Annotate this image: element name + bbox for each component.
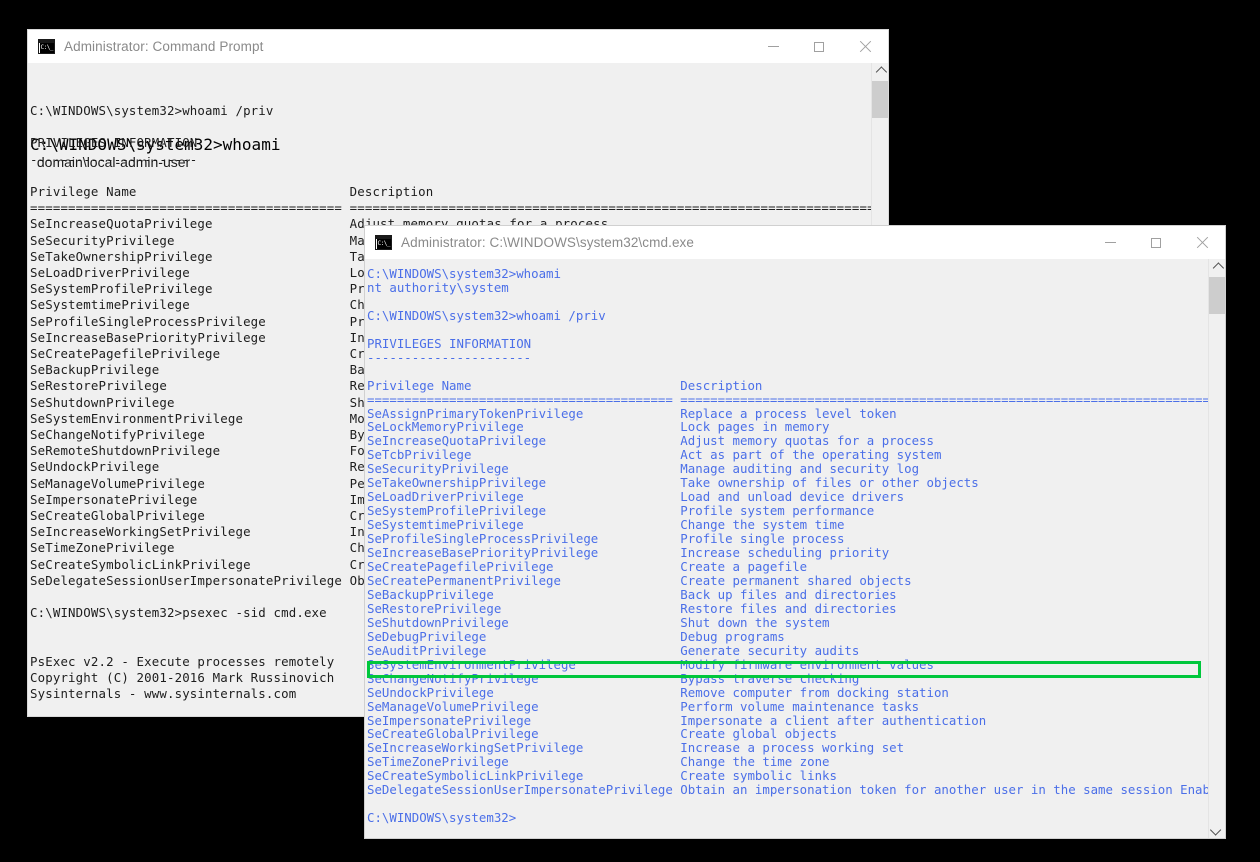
scrollbar-thumb-back[interactable] — [872, 81, 888, 118]
scrollbar-thumb-front[interactable] — [1209, 277, 1225, 314]
window-title-back: Administrator: Command Prompt — [64, 39, 264, 54]
close-icon — [1196, 237, 1208, 249]
close-button-back[interactable] — [842, 30, 888, 63]
chevron-up-icon — [875, 65, 888, 78]
scroll-up-button-front[interactable] — [1209, 259, 1225, 276]
title-bar-front[interactable]: Administrator: C:\WINDOWS\system32\cmd.e… — [365, 226, 1225, 259]
maximize-icon — [1151, 237, 1161, 248]
console-text-front: C:\WINDOWS\system32>whoami nt authority\… — [367, 266, 1225, 826]
console-output-front[interactable]: C:\WINDOWS\system32>whoami nt authority\… — [365, 259, 1225, 838]
scroll-up-button-back[interactable] — [872, 63, 888, 80]
minimize-button-back[interactable] — [750, 30, 796, 63]
window-controls-front — [1087, 226, 1225, 259]
maximize-button-front[interactable] — [1133, 226, 1179, 259]
cmd-console-icon — [38, 39, 55, 54]
minimize-button-front[interactable] — [1087, 226, 1133, 259]
cmd-console-icon — [375, 235, 392, 250]
window-controls-back — [750, 30, 888, 63]
window-title-front: Administrator: C:\WINDOWS\system32\cmd.e… — [401, 235, 695, 250]
close-button-front[interactable] — [1179, 226, 1225, 259]
close-icon — [859, 41, 871, 53]
title-bar-back[interactable]: Administrator: Command Prompt — [28, 30, 888, 63]
chevron-up-icon — [1212, 261, 1225, 274]
scrollbar-front[interactable] — [1208, 259, 1225, 838]
command-prompt-window-front[interactable]: Administrator: C:\WINDOWS\system32\cmd.e… — [365, 226, 1225, 838]
scroll-down-button-front[interactable] — [1209, 821, 1225, 838]
maximize-button-back[interactable] — [796, 30, 842, 63]
maximize-icon — [814, 41, 824, 52]
minimize-icon — [767, 46, 779, 47]
minimize-icon — [1104, 242, 1116, 243]
chevron-down-icon — [1209, 823, 1222, 836]
